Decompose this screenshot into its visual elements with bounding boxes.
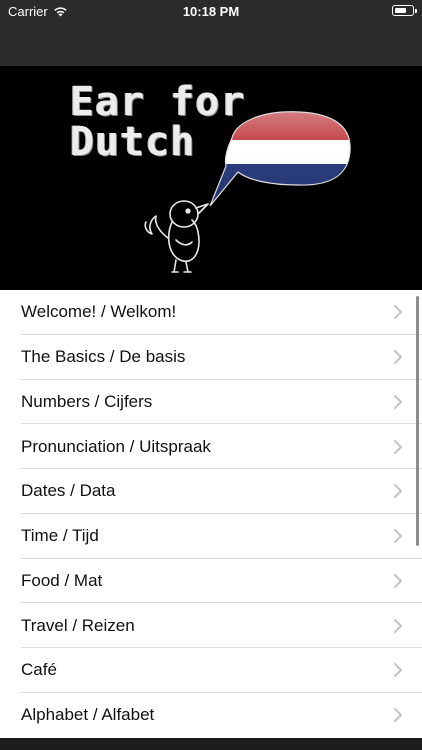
chevron-right-icon: [394, 573, 402, 588]
menu-row-label: Alphabet / Alfabet: [21, 705, 155, 725]
menu-row[interactable]: Café: [0, 648, 422, 693]
menu-row[interactable]: Food / Mat: [0, 559, 422, 604]
menu-row[interactable]: Alphabet / Alfabet: [0, 693, 422, 738]
menu-row[interactable]: Time / Tijd: [0, 514, 422, 559]
menu-row-label: Dates / Data: [21, 481, 116, 501]
menu-row-label: The Basics / De basis: [21, 347, 186, 367]
menu-row-label: Café: [21, 660, 57, 680]
menu-row-label: Travel / Reizen: [21, 615, 135, 635]
menu-row[interactable]: The Basics / De basis: [0, 335, 422, 380]
app-screen: Carrier 10:18 PM Ear for Dutch Welcome! …: [0, 0, 422, 750]
chevron-right-icon: [394, 439, 402, 454]
banner-illustration: [144, 111, 351, 273]
scrollbar[interactable]: [416, 296, 419, 546]
menu-row-label: Time / Tijd: [21, 526, 99, 546]
menu-row[interactable]: Travel / Reizen: [0, 603, 422, 648]
chevron-right-icon: [394, 708, 402, 723]
menu-row-label: Pronunciation / Uitspraak: [21, 436, 211, 456]
app-banner: Ear for Dutch: [0, 66, 422, 290]
chevron-right-icon: [394, 350, 402, 365]
flag-speech-bubble-icon: [210, 111, 351, 206]
menu-row-label: Food / Mat: [21, 570, 103, 590]
status-bar: Carrier 10:18 PM: [0, 0, 422, 24]
battery-icon: [392, 5, 417, 16]
bird-sketch-icon: [144, 200, 209, 273]
battery-level: [394, 7, 406, 13]
chevron-right-icon: [394, 305, 402, 320]
menu-row[interactable]: Pronunciation / Uitspraak: [0, 424, 422, 469]
chevron-right-icon: [394, 484, 402, 499]
home-indicator-area: [0, 738, 422, 750]
chevron-right-icon: [394, 663, 402, 678]
lesson-menu-list: Welcome! / Welkom! The Basics / De basis N…: [0, 290, 422, 738]
menu-row[interactable]: Dates / Data: [0, 469, 422, 514]
clock: 10:18 PM: [182, 4, 240, 19]
navigation-bar: [0, 24, 422, 66]
menu-row[interactable]: Welcome! / Welkom!: [0, 290, 422, 335]
menu-row-label: Numbers / Cijfers: [21, 391, 153, 411]
menu-row[interactable]: Numbers / Cijfers: [0, 380, 422, 425]
chevron-right-icon: [394, 394, 402, 409]
chevron-right-icon: [394, 529, 402, 544]
menu-row-label: Welcome! / Welkom!: [21, 302, 177, 322]
chevron-right-icon: [394, 618, 402, 633]
